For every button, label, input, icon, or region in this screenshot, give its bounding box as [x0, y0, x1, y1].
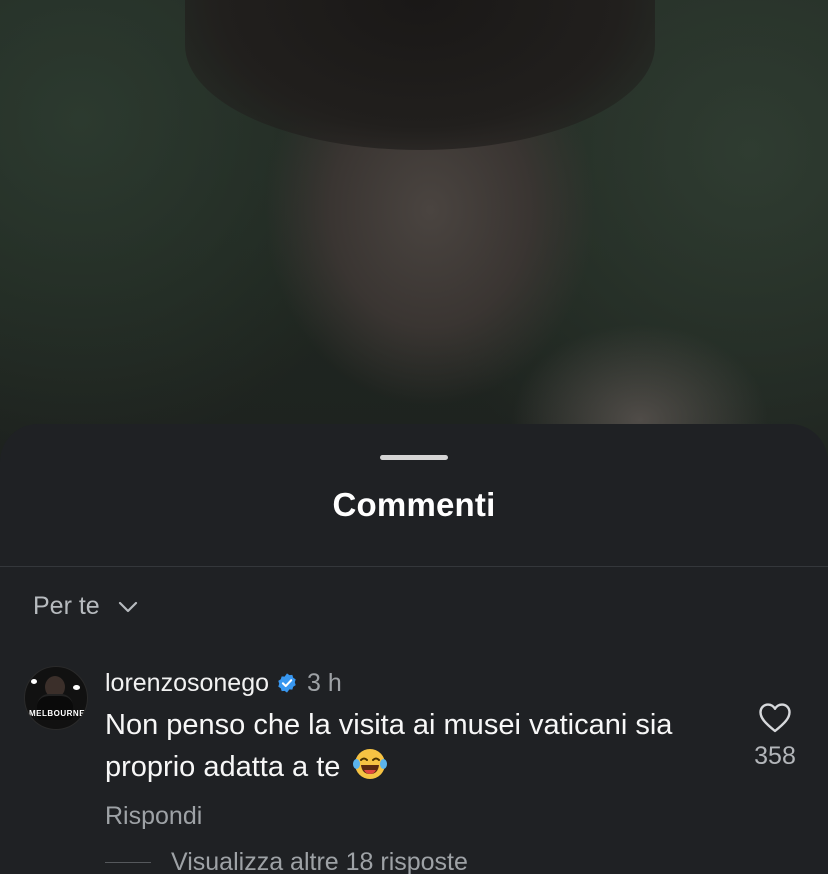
replies-divider-line	[105, 862, 151, 863]
sort-label: Per te	[33, 592, 100, 620]
avatar[interactable]: MELBOURNE	[24, 666, 88, 730]
view-replies-button[interactable]: Visualizza altre 18 risposte	[105, 848, 468, 874]
background-photo	[0, 0, 828, 470]
sheet-grabber[interactable]	[380, 455, 448, 460]
heart-icon	[759, 703, 791, 733]
avatar-decoration	[31, 679, 37, 684]
comment-text-block: Non penso che la visita ai musei vatican…	[105, 704, 725, 788]
comments-screen: Commenti Per te MELBOURNE lorenzosonego	[0, 0, 828, 874]
face-with-tears-of-joy-icon	[353, 749, 388, 779]
comment-timestamp: 3 h	[307, 668, 342, 697]
verified-badge-icon	[278, 673, 296, 693]
avatar-text: MELBOURNE	[28, 709, 86, 718]
sheet-title: Commenti	[332, 486, 496, 523]
header-divider	[0, 566, 828, 567]
avatar-decoration	[73, 685, 80, 690]
reply-button[interactable]: Rispondi	[105, 802, 202, 831]
photo-shadow	[185, 0, 655, 150]
sort-dropdown[interactable]: Per te	[33, 592, 138, 621]
like-button[interactable]: 358	[742, 702, 808, 771]
comment-item: MELBOURNE lorenzosonego 3 h Non penso ch…	[24, 666, 804, 874]
chevron-down-icon	[118, 601, 137, 612]
comment-text: Non penso che la visita ai musei vatican…	[105, 709, 673, 783]
view-replies-label: Visualizza altre 18 risposte	[171, 848, 468, 874]
comments-sheet: Commenti Per te MELBOURNE lorenzosonego	[0, 424, 828, 874]
like-count: 358	[754, 742, 796, 770]
comment-username[interactable]: lorenzosonego	[105, 669, 269, 698]
comment-meta: lorenzosonego 3 h	[105, 666, 342, 700]
